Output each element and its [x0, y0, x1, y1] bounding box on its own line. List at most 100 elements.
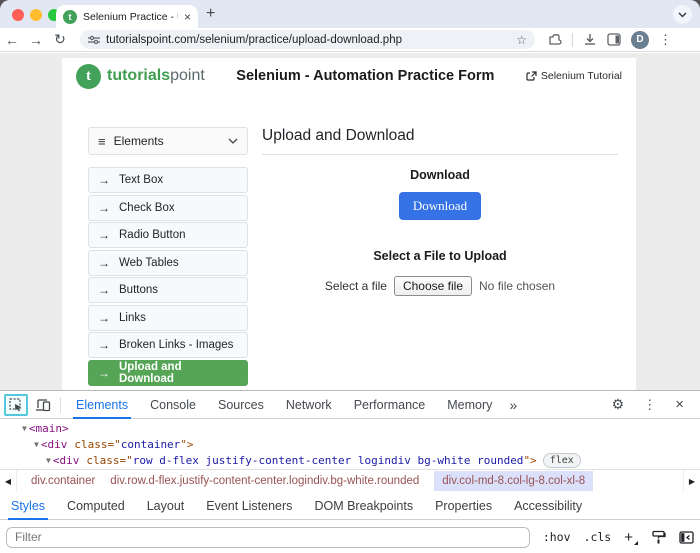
- syntax-token: <: [41, 438, 48, 451]
- breadcrumb-scroll-left-icon[interactable]: ◀: [0, 470, 17, 492]
- tab-search-chevron-icon[interactable]: [673, 5, 692, 24]
- tab-styles[interactable]: Styles: [0, 492, 56, 520]
- more-tabs-icon[interactable]: »: [503, 397, 523, 413]
- tab-dom-breakpoints[interactable]: DOM Breakpoints: [303, 492, 424, 520]
- profile-avatar[interactable]: D: [631, 31, 649, 49]
- tab-favicon-icon: t: [63, 10, 77, 24]
- selenium-tutorial-link[interactable]: Selenium Tutorial: [526, 70, 622, 82]
- computed-sidebar-toggle-icon[interactable]: [679, 531, 694, 544]
- sidebar-item-buttons[interactable]: →Buttons: [88, 277, 248, 303]
- sidebar-item-broken-links-images[interactable]: →Broken Links - Images: [88, 332, 248, 358]
- sidebar-accordion-header[interactable]: ≡ Elements: [88, 127, 248, 155]
- download-button[interactable]: Download: [399, 192, 481, 220]
- device-toolbar-button[interactable]: [30, 394, 56, 416]
- tab-properties[interactable]: Properties: [424, 492, 503, 520]
- bookmark-star-icon[interactable]: ☆: [516, 33, 527, 47]
- back-button[interactable]: ←: [0, 32, 24, 48]
- sidebar-item-label: Check Box: [119, 202, 175, 214]
- tab-accessibility[interactable]: Accessibility: [503, 492, 593, 520]
- sidebar-item-text-box[interactable]: → Text Box: [88, 167, 248, 193]
- tree-row-logindiv[interactable]: ▼<divclass="row d-flex justify-content-c…: [0, 452, 700, 468]
- expand-arrow-icon[interactable]: ▼: [22, 424, 27, 433]
- forward-button[interactable]: →: [24, 32, 48, 48]
- brand-bold: tutorials: [107, 67, 170, 84]
- devtools-settings-gear-icon[interactable]: ⚙: [612, 396, 625, 413]
- syntax-token: <: [53, 454, 60, 467]
- styles-filter-input[interactable]: [6, 527, 530, 548]
- sidebar-menu-title: Elements: [114, 134, 220, 148]
- download-heading: Download: [262, 168, 618, 182]
- close-window-button[interactable]: [12, 9, 24, 21]
- breadcrumb-scroll-right-icon[interactable]: ▶: [683, 470, 700, 492]
- devtools-tab-network[interactable]: Network: [275, 391, 343, 419]
- extensions-icon[interactable]: [547, 32, 562, 47]
- expand-arrow-icon[interactable]: ▼: [34, 440, 39, 449]
- breadcrumb-bar: ◀ main div.container div.row.d-flex.just…: [0, 469, 700, 492]
- brand-name[interactable]: tutorialspoint: [107, 67, 205, 85]
- breadcrumb-item-container[interactable]: div.container: [31, 475, 95, 487]
- inspect-cursor-icon: [9, 398, 23, 412]
- devtools-menu-icon[interactable]: ⋮: [643, 397, 656, 413]
- reload-button[interactable]: ↻: [48, 31, 72, 48]
- downloads-icon[interactable]: [583, 33, 597, 47]
- file-status-text: No file chosen: [479, 279, 555, 293]
- sidebar-item-radio-button[interactable]: → Radio Button: [88, 222, 248, 248]
- breadcrumb-item-row[interactable]: div.row.d-flex.justify-content-center.lo…: [110, 475, 419, 487]
- tab-close-icon[interactable]: ×: [184, 11, 191, 23]
- syntax-token: =": [119, 454, 132, 467]
- arrow-right-icon: →: [98, 228, 110, 242]
- sidebar-item-web-tables[interactable]: →Web Tables: [88, 250, 248, 276]
- site-settings-icon[interactable]: [88, 35, 100, 45]
- sidebar-item-links[interactable]: → Links: [88, 305, 248, 331]
- devtools-close-icon[interactable]: ×: [675, 396, 684, 413]
- inspect-element-button[interactable]: [4, 394, 28, 416]
- address-bar[interactable]: tutorialspoint.com/selenium/practice/upl…: [80, 30, 535, 49]
- devtools-tab-console[interactable]: Console: [139, 391, 207, 419]
- flex-badge[interactable]: flex: [543, 453, 581, 468]
- web-page: t tutorialspoint Selenium - Automation P…: [0, 53, 700, 390]
- tree-row-main[interactable]: ▼<main>: [0, 420, 700, 436]
- tutorial-link-label: Selenium Tutorial: [541, 70, 622, 82]
- arrow-right-icon: →: [98, 173, 110, 187]
- element-classes-button[interactable]: .cls: [584, 530, 612, 544]
- choose-file-button[interactable]: Choose file: [394, 276, 472, 296]
- sidebar-item-check-box[interactable]: →Check Box: [88, 195, 248, 221]
- toggle-element-state-button[interactable]: :hov: [543, 530, 571, 544]
- tab-layout[interactable]: Layout: [136, 492, 196, 520]
- sidebar-item-label: Radio Button: [119, 229, 186, 241]
- expand-arrow-icon[interactable]: ▼: [46, 456, 51, 465]
- elements-sidebar: ≡ Elements →Text Box →Check Box →Radio B…: [88, 127, 248, 386]
- minimize-window-button[interactable]: [30, 9, 42, 21]
- side-panel-icon[interactable]: [607, 33, 621, 46]
- toolbar-separator: [572, 33, 573, 47]
- new-tab-button[interactable]: +: [206, 5, 215, 23]
- breadcrumb-item-selected[interactable]: div.col-md-8.col-lg-8.col-xl-8: [434, 471, 593, 491]
- tutorialspoint-logo-icon[interactable]: t: [76, 64, 101, 89]
- new-style-rule-button[interactable]: +: [624, 529, 638, 546]
- devtools-tab-sources[interactable]: Sources: [207, 391, 275, 419]
- section-title: Upload and Download: [262, 127, 618, 145]
- sidebar-item-label: Links: [119, 312, 146, 324]
- page-navbar: t tutorialspoint Selenium - Automation P…: [62, 58, 636, 94]
- tag-name: main: [35, 422, 62, 435]
- toolbar-actions: D ⋮: [547, 31, 672, 49]
- styles-filter-bar: :hov .cls +: [0, 520, 700, 553]
- external-link-icon: [526, 71, 537, 82]
- browser-menu-icon[interactable]: ⋮: [659, 32, 672, 48]
- sidebar-item-upload-and-download[interactable]: →Upload and Download: [88, 360, 248, 386]
- rendering-emulations-icon[interactable]: [651, 530, 666, 545]
- tree-row-container[interactable]: ▼<divclass="container">: [0, 436, 700, 452]
- syntax-token: ">: [180, 438, 193, 451]
- tab-event-listeners[interactable]: Event Listeners: [195, 492, 303, 520]
- browser-tab[interactable]: t Selenium Practice - Upload a ×: [56, 5, 198, 28]
- sidebar-item-label: Text Box: [119, 174, 163, 186]
- devtools-tab-memory[interactable]: Memory: [436, 391, 503, 419]
- url-text[interactable]: tutorialspoint.com/selenium/practice/upl…: [106, 34, 510, 46]
- hamburger-icon: ≡: [98, 134, 106, 149]
- devtools-tab-performance[interactable]: Performance: [343, 391, 437, 419]
- arrow-right-icon: →: [98, 311, 110, 325]
- tab-computed[interactable]: Computed: [56, 492, 136, 520]
- devtools-tab-elements[interactable]: Elements: [65, 391, 139, 419]
- tab-strip: t Selenium Practice - Upload a × +: [0, 0, 700, 28]
- browser-window: t Selenium Practice - Upload a × + ← → ↻…: [0, 0, 700, 553]
